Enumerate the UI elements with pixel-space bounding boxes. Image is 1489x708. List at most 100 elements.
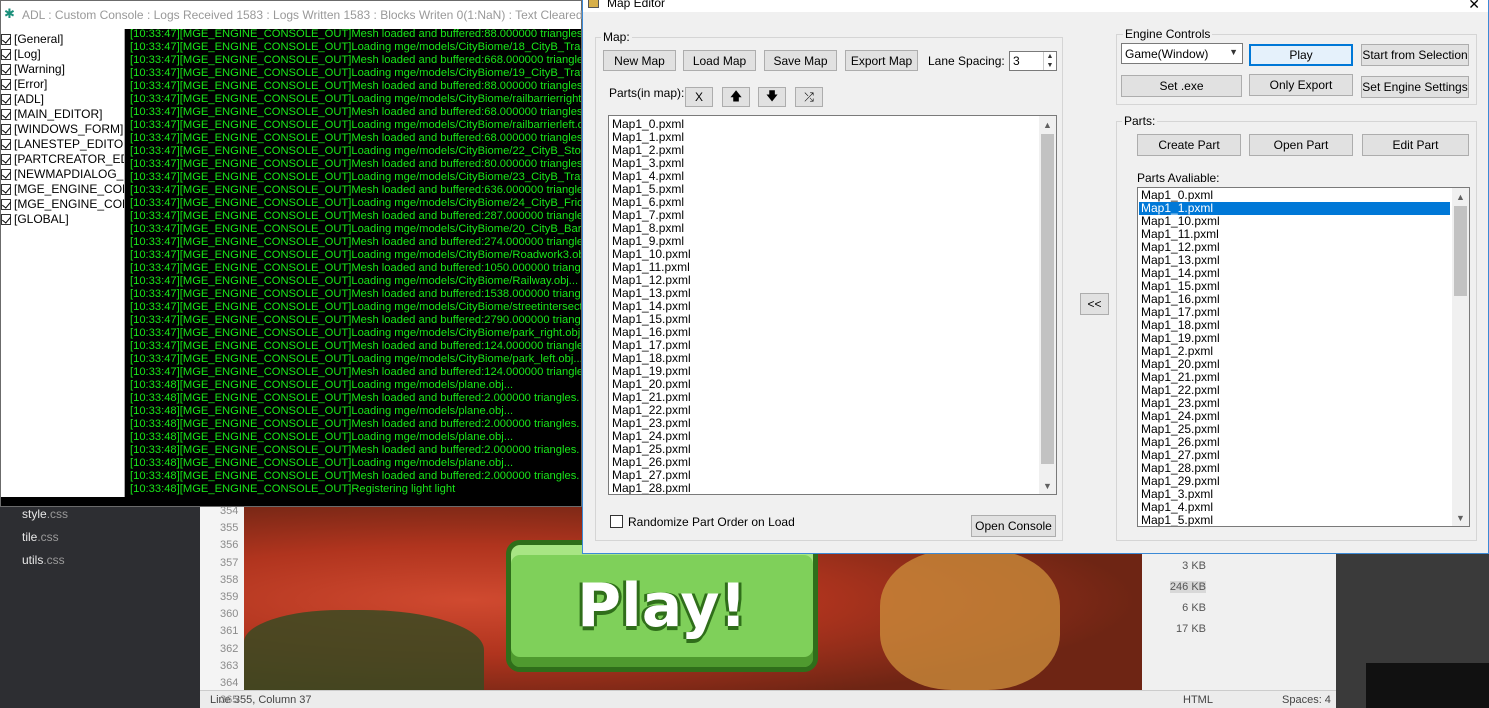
set-exe-button[interactable]: Set .exe [1121,75,1242,97]
list-item[interactable]: Map1_21.pxml [1141,371,1220,384]
list-item[interactable]: Map1_10.pxml [612,248,691,261]
shuffle-button[interactable]: ⤮ [795,87,823,107]
engine-mode-dropdown[interactable]: Game(Window) ▼ [1121,43,1243,64]
open-part-button[interactable]: Open Part [1249,134,1353,156]
channel-checkbox[interactable] [1,184,11,195]
adl-titlebar[interactable]: ✱ ADL : Custom Console : Logs Received 1… [1,1,593,29]
list-item[interactable]: Map1_10.pxml [1141,215,1220,228]
load-map-button[interactable]: Load Map [683,50,756,71]
list-item[interactable]: Map1_0.pxml [612,118,684,131]
channel-checkbox[interactable] [1,199,11,210]
channel-checkbox[interactable] [1,139,11,150]
file-tree-item[interactable]: utils.css [22,553,65,567]
list-item[interactable]: Map1_13.pxml [612,287,691,300]
channel-checkbox[interactable] [1,124,11,135]
only-export-button[interactable]: Only Export [1249,74,1353,96]
move-up-button[interactable]: 🡅 [722,87,750,107]
list-item[interactable]: Map1_27.pxml [1141,449,1220,462]
channel-checkbox[interactable] [1,79,11,90]
list-item[interactable]: Map1_26.pxml [612,456,691,469]
map-editor-titlebar[interactable]: Map Editor ✕ [583,0,1488,12]
list-item[interactable]: Map1_21.pxml [612,391,691,404]
channel-checkbox[interactable] [1,49,11,60]
list-item[interactable]: Map1_0.pxml [1141,189,1213,202]
list-item[interactable]: Map1_24.pxml [612,430,691,443]
open-console-button[interactable]: Open Console [971,515,1056,537]
channel-checkbox[interactable] [1,169,11,180]
list-item[interactable]: Map1_28.pxml [1141,462,1220,475]
list-item[interactable]: Map1_25.pxml [1141,423,1220,436]
randomize-checkbox[interactable] [610,515,623,528]
list-item[interactable]: Map1_23.pxml [612,417,691,430]
list-item[interactable]: Map1_17.pxml [612,339,691,352]
list-item[interactable]: Map1_11.pxml [1141,228,1219,241]
list-item[interactable]: Map1_12.pxml [612,274,691,287]
list-item[interactable]: Map1_11.pxml [612,261,690,274]
file-tree-item[interactable]: style.css [22,507,68,521]
scroll-down-icon[interactable]: ▼ [1452,509,1469,526]
lane-spacing-stepper[interactable]: 3 ▲ ▼ [1009,51,1057,71]
start-from-selection-button[interactable]: Start from Selection [1361,44,1469,66]
list-item[interactable]: Map1_14.pxml [612,300,691,313]
scroll-down-icon[interactable]: ▼ [1039,477,1056,494]
list-item[interactable]: Map1_15.pxml [1141,280,1220,293]
channel-checkbox[interactable] [1,214,11,225]
list-item[interactable]: Map1_7.pxml [612,209,684,222]
scroll-up-icon[interactable]: ▲ [1039,116,1056,133]
list-item[interactable]: Map1_15.pxml [612,313,691,326]
move-down-button[interactable]: 🡇 [758,87,786,107]
create-part-button[interactable]: Create Part [1137,134,1241,156]
export-map-button[interactable]: Export Map [845,50,918,71]
new-map-button[interactable]: New Map [603,50,676,71]
channel-checkbox[interactable] [1,34,11,45]
channel-checkbox[interactable] [1,94,11,105]
set-engine-settings-button[interactable]: Set Engine Settings [1361,76,1469,98]
list-item[interactable]: Map1_22.pxml [612,404,691,417]
parts-in-map-list[interactable]: Map1_28.pxml Map1_27.pxml Map1_26.pxml Map1… [608,115,1057,495]
channel-checkbox[interactable] [1,154,11,165]
list-item[interactable]: Map1_25.pxml [612,443,691,456]
list-item[interactable]: Map1_13.pxml [1141,254,1220,267]
list-item[interactable]: Map1_2.pxml [1141,345,1213,358]
list-item[interactable]: Map1_17.pxml [1141,306,1220,319]
list-item[interactable]: Map1_26.pxml [1141,436,1220,449]
list-item[interactable]: Map1_2.pxml [612,144,684,157]
scroll-up-icon[interactable]: ▲ [1452,188,1469,205]
save-map-button[interactable]: Save Map [764,50,837,71]
syntax-mode[interactable]: HTML [1183,694,1213,706]
file-tree-item[interactable]: tile.css [22,530,59,544]
list-item[interactable]: Map1_4.pxml [1141,501,1213,514]
list-item[interactable]: Map1_19.pxml [1141,332,1220,345]
parts-in-map-scrollbar[interactable]: ▲ ▼ [1039,116,1056,494]
scroll-thumb[interactable] [1454,206,1467,296]
add-to-map-button[interactable]: << [1080,293,1109,315]
list-item[interactable]: Map1_27.pxml [612,469,691,482]
channel-checkbox[interactable] [1,109,11,120]
list-item[interactable]: Map1_5.pxml [1141,514,1213,527]
list-item[interactable]: Map1_3.pxml [1141,488,1213,501]
list-item[interactable]: Map1_14.pxml [1141,267,1220,280]
list-item[interactable]: Map1_24.pxml [1141,410,1220,423]
play-button[interactable]: Play [1249,44,1353,66]
list-item[interactable]: Map1_4.pxml [612,170,684,183]
channel-checkbox[interactable] [1,64,11,75]
parts-available-scrollbar[interactable]: ▲ ▼ [1452,188,1469,526]
list-item[interactable]: Map1_12.pxml [1141,241,1220,254]
list-item-selected[interactable]: Map1_1.pxml [1139,202,1450,215]
list-item[interactable]: Map1_9.pxml [612,235,684,248]
console-log-output[interactable]: [10:33:47][MGE_ENGINE_CONSOLE_OUT]Mesh l… [126,29,581,497]
list-item[interactable]: Map1_18.pxml [612,352,691,365]
indent-setting[interactable]: Spaces: 4 [1282,694,1331,706]
randomize-label[interactable]: Randomize Part Order on Load [628,515,795,529]
list-item[interactable]: Map1_8.pxml [612,222,684,235]
list-item[interactable]: Map1_28.pxml [612,482,691,495]
list-item[interactable]: Map1_16.pxml [612,326,691,339]
list-item[interactable]: Map1_6.pxml [612,196,684,209]
spin-down-icon[interactable]: ▼ [1043,61,1056,70]
close-icon[interactable]: ✕ [1468,0,1480,13]
edit-part-button[interactable]: Edit Part [1362,134,1469,156]
list-item[interactable]: Map1_5.pxml [612,183,684,196]
list-item[interactable]: Map1_1.pxml [612,131,684,144]
list-item[interactable]: Map1_16.pxml [1141,293,1220,306]
list-item[interactable]: Map1_18.pxml [1141,319,1220,332]
